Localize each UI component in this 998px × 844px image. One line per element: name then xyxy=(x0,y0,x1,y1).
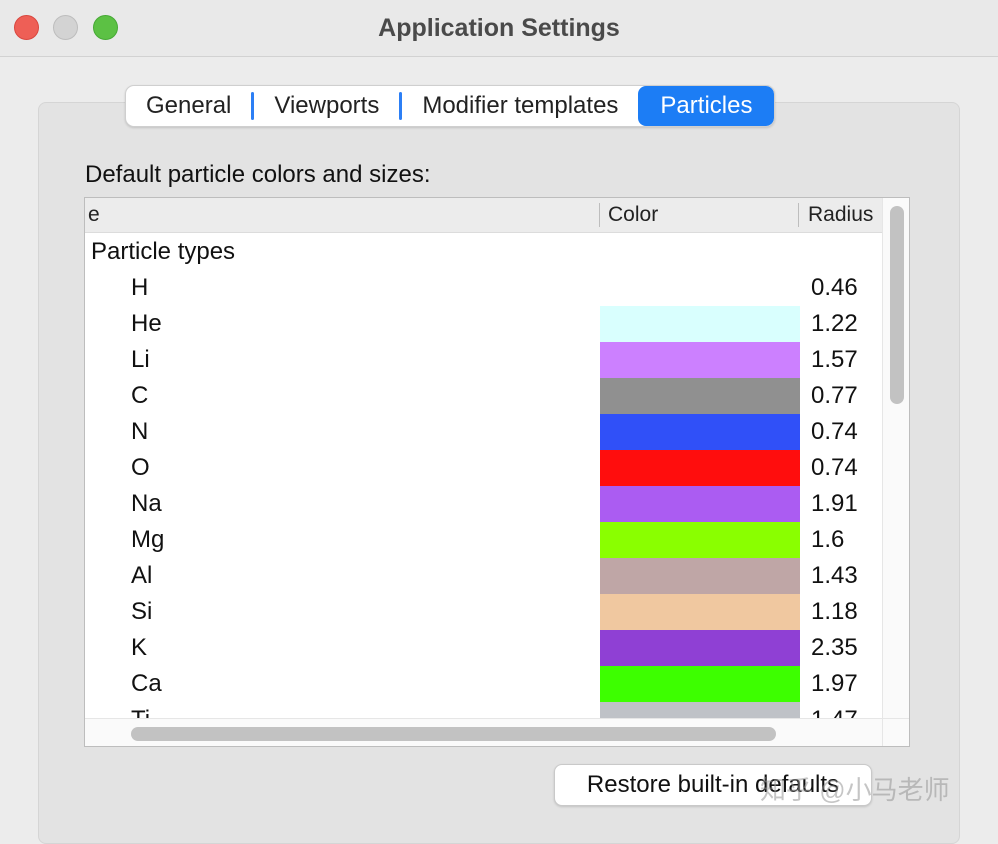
table-row[interactable]: Mg 1.6 xyxy=(85,522,882,558)
scrollbar-corner xyxy=(882,718,909,746)
particle-type-name: H xyxy=(131,274,149,301)
column-header-name[interactable]: e xyxy=(88,198,100,232)
particle-color-swatch[interactable] xyxy=(600,270,800,306)
particle-radius-value[interactable]: 1.43 xyxy=(811,558,858,594)
particle-radius-value[interactable]: 0.74 xyxy=(811,414,858,450)
tree-group-particle-types[interactable]: Particle types xyxy=(91,234,235,270)
tab-viewports[interactable]: Viewports xyxy=(254,86,399,126)
table-row[interactable]: Si 1.18 xyxy=(85,594,882,630)
table-row[interactable]: Ca 1.97 xyxy=(85,666,882,702)
particle-type-name: N xyxy=(131,418,149,445)
horizontal-scroll-thumb[interactable] xyxy=(131,727,776,741)
particle-color-swatch[interactable] xyxy=(600,558,800,594)
column-divider[interactable] xyxy=(599,203,600,227)
table-row[interactable]: Al 1.43 xyxy=(85,558,882,594)
tab-particles[interactable]: Particles xyxy=(638,86,775,126)
particle-type-name: Si xyxy=(131,598,153,625)
particle-color-swatch[interactable] xyxy=(600,594,800,630)
particle-type-name: Mg xyxy=(131,526,165,553)
table-row[interactable]: K 2.35 xyxy=(85,630,882,666)
particle-color-swatch[interactable] xyxy=(600,450,800,486)
particle-color-swatch[interactable] xyxy=(600,630,800,666)
restore-defaults-button[interactable]: Restore built-in defaults xyxy=(554,764,872,806)
table-row[interactable]: H 0.46 xyxy=(85,270,882,306)
particle-color-swatch[interactable] xyxy=(600,306,800,342)
particle-color-swatch[interactable] xyxy=(600,342,800,378)
particle-color-swatch[interactable] xyxy=(600,414,800,450)
tab-bar: General Viewports Modifier templates Par… xyxy=(125,85,776,127)
table-row[interactable]: N 0.74 xyxy=(85,414,882,450)
particle-radius-value[interactable]: 1.91 xyxy=(811,486,858,522)
column-divider[interactable] xyxy=(798,203,799,227)
particle-type-name: Na xyxy=(131,490,162,517)
particle-color-swatch[interactable] xyxy=(600,666,800,702)
particle-radius-value[interactable]: 0.74 xyxy=(811,450,858,486)
particle-type-name: He xyxy=(131,310,162,337)
particle-radius-value[interactable]: 1.22 xyxy=(811,306,858,342)
column-header-radius[interactable]: Radius xyxy=(808,198,873,232)
particle-type-name: C xyxy=(131,382,149,409)
title-bar: Application Settings xyxy=(0,0,998,57)
particle-radius-value[interactable]: 0.46 xyxy=(811,270,858,306)
table-row[interactable]: He 1.22 xyxy=(85,306,882,342)
tab-general[interactable]: General xyxy=(126,86,251,126)
table-header: e Color Radius xyxy=(85,198,882,233)
particle-type-name: Al xyxy=(131,562,153,589)
table-row[interactable]: Na 1.91 xyxy=(85,486,882,522)
table-row[interactable]: Li 1.57 xyxy=(85,342,882,378)
horizontal-scrollbar[interactable] xyxy=(85,718,882,746)
particle-color-swatch[interactable] xyxy=(600,522,800,558)
window-title: Application Settings xyxy=(378,14,620,42)
particle-type-name: Ca xyxy=(131,670,162,697)
particle-color-swatch[interactable] xyxy=(600,378,800,414)
tab-modifier-templates[interactable]: Modifier templates xyxy=(402,86,638,126)
particle-radius-value[interactable]: 1.57 xyxy=(811,342,858,378)
vertical-scroll-thumb[interactable] xyxy=(890,206,904,404)
column-header-color[interactable]: Color xyxy=(608,198,658,232)
particle-type-name: O xyxy=(131,454,150,481)
table-row[interactable]: C 0.77 xyxy=(85,378,882,414)
section-label: Default particle colors and sizes: xyxy=(85,161,431,188)
particle-type-name: K xyxy=(131,634,148,661)
particle-types-tree[interactable]: e Color Radius Particle types H 0.46 He 1.2… xyxy=(84,197,910,747)
particle-color-swatch[interactable] xyxy=(600,486,800,522)
particle-rows: H 0.46 He 1.22 Li 1.57 C 0.77 N 0.74 O 0.74 Na 1.91 Mg… xyxy=(85,270,882,738)
particle-radius-value[interactable]: 2.35 xyxy=(811,630,858,666)
particle-radius-value[interactable]: 0.77 xyxy=(811,378,858,414)
vertical-scrollbar[interactable] xyxy=(882,198,909,718)
particle-radius-value[interactable]: 1.6 xyxy=(811,522,844,558)
particle-radius-value[interactable]: 1.18 xyxy=(811,594,858,630)
particle-type-name: Li xyxy=(131,346,150,373)
table-row[interactable]: O 0.74 xyxy=(85,450,882,486)
particle-radius-value[interactable]: 1.97 xyxy=(811,666,858,702)
